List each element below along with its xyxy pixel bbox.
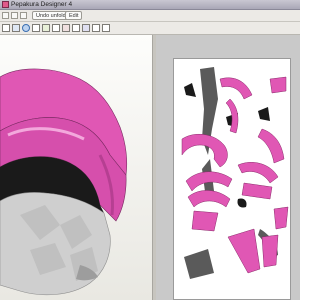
copy-icon[interactable] — [2, 24, 10, 32]
3d-view-panel[interactable] — [0, 35, 152, 300]
edit-button[interactable]: Edit — [65, 11, 83, 20]
unfolded-parts — [181, 67, 289, 279]
zoom-icon[interactable] — [22, 24, 30, 32]
paper-sheet — [173, 58, 291, 300]
rotate-icon[interactable] — [32, 24, 40, 32]
helmet-3d-model[interactable] — [0, 35, 152, 300]
window-title: Pepakura Designer 4 — [11, 1, 73, 8]
settings-icon[interactable] — [82, 24, 90, 32]
flap-icon[interactable] — [52, 24, 60, 32]
select-icon[interactable] — [42, 24, 50, 32]
app-icon — [2, 1, 9, 8]
texture-icon[interactable] — [72, 24, 80, 32]
unfold-icon[interactable] — [62, 24, 70, 32]
layout-icon[interactable] — [102, 24, 110, 32]
print-icon[interactable] — [20, 12, 27, 19]
top-toolbar: Undo unfold Edit — [0, 10, 300, 22]
open-icon[interactable] — [2, 12, 9, 19]
save-icon[interactable] — [11, 12, 18, 19]
view-icon[interactable] — [92, 24, 100, 32]
icon-toolbar — [0, 22, 300, 35]
window-titlebar: Pepakura Designer 4 — [0, 0, 300, 10]
paste-icon[interactable] — [12, 24, 20, 32]
2d-layout-panel[interactable] — [156, 35, 300, 300]
